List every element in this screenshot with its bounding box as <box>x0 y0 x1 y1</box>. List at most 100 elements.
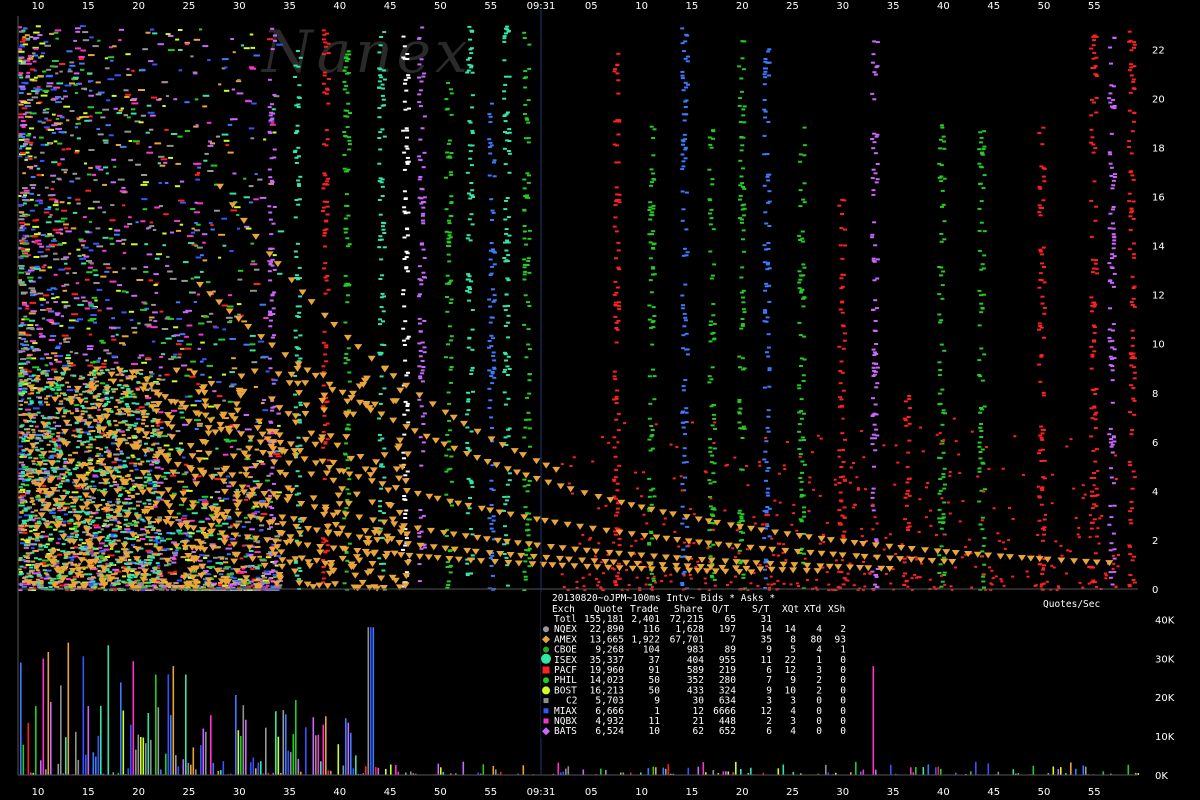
quote-mark <box>18 374 25 377</box>
quote-streak-mark <box>325 138 330 141</box>
quote-mark <box>108 56 115 59</box>
quote-mark <box>18 496 22 499</box>
quote-streak-mark <box>378 510 383 513</box>
quote-mark <box>46 434 51 437</box>
quote-mark <box>72 76 79 79</box>
quote-mark <box>27 397 32 400</box>
quote-streak-mark <box>298 444 303 447</box>
quote-streak-mark <box>649 489 654 492</box>
quote-streak-mark <box>470 71 475 74</box>
quote-mark <box>141 198 148 201</box>
quote-streak-mark <box>450 504 454 507</box>
quote-mark <box>158 98 162 100</box>
quote-streak-mark <box>492 263 497 266</box>
quote-streak-mark <box>379 487 384 490</box>
quote-streak-mark <box>444 98 449 101</box>
quote-mark <box>130 574 135 576</box>
quote-mark <box>32 366 40 369</box>
quote-mark <box>18 445 24 448</box>
quote-mark <box>129 410 134 413</box>
quote-streak-mark <box>377 505 382 508</box>
quote-mark <box>35 425 39 428</box>
quote-streak-mark <box>523 294 528 297</box>
quote-streak-mark <box>343 321 348 324</box>
quote-mark <box>125 291 129 294</box>
quote-mark <box>34 557 38 560</box>
quote-mark <box>123 225 129 228</box>
quote-mark <box>112 271 118 274</box>
quote-mark <box>35 380 40 383</box>
quote-streak-mark <box>401 35 406 38</box>
quote-mark <box>44 372 49 375</box>
quote-mark <box>232 579 236 582</box>
quote-mark <box>221 133 229 136</box>
quote-streak-mark <box>297 266 302 269</box>
quote-mark <box>49 213 53 216</box>
quote-mark <box>84 162 87 165</box>
quote-streak-mark <box>526 257 531 260</box>
quote-mark <box>84 230 90 233</box>
quote-mark <box>213 343 218 346</box>
quote-mark <box>22 242 29 245</box>
quote-mark <box>151 584 157 587</box>
quote-mark <box>144 505 149 508</box>
quote-streak-mark <box>648 218 653 221</box>
quote-mark <box>40 372 45 375</box>
quote-mark <box>18 408 23 410</box>
quote-mark <box>66 360 71 363</box>
quote-streak-mark <box>298 175 303 178</box>
quote-mark <box>197 559 203 562</box>
quote-streak-mark <box>404 256 409 259</box>
quote-mark <box>195 256 202 259</box>
quote-streak-mark <box>489 242 494 244</box>
quote-streak-mark <box>712 480 717 483</box>
quote-mark <box>127 223 133 225</box>
quote-mark <box>35 239 42 242</box>
quote-streak-mark <box>418 377 423 380</box>
quote-mark <box>172 356 177 359</box>
quote-streak-mark <box>712 417 717 420</box>
quote-streak-mark <box>502 59 507 62</box>
quote-streak-mark <box>447 219 451 222</box>
quote-streak-mark <box>681 143 685 146</box>
quote-streak-mark <box>382 78 387 81</box>
quote-streak-mark <box>712 462 717 465</box>
quote-mark <box>147 585 152 588</box>
quote-mark <box>19 565 24 568</box>
quote-streak-mark <box>417 322 422 325</box>
quote-mark <box>92 532 97 535</box>
quote-mark <box>43 211 50 214</box>
quote-mark <box>36 374 41 377</box>
quote-mark <box>147 556 151 559</box>
quote-mark <box>52 243 58 246</box>
quote-streak-mark <box>380 292 385 295</box>
quote-streak-mark <box>616 319 621 322</box>
quote-mark <box>46 403 50 406</box>
quote-mark <box>134 468 139 471</box>
quote-mark <box>87 459 94 462</box>
quote-streak-mark <box>683 247 687 250</box>
quote-mark <box>161 328 169 330</box>
quote-mark <box>89 89 93 92</box>
quote-streak-mark <box>683 476 687 479</box>
quote-streak-mark <box>489 144 494 147</box>
quote-streak-mark <box>470 132 475 134</box>
quote-streak-mark <box>323 292 328 295</box>
quote-streak-mark <box>468 497 472 499</box>
quote-mark <box>261 399 267 402</box>
quote-mark <box>51 161 58 164</box>
quote-mark <box>110 204 115 207</box>
quote-streak-mark <box>297 578 302 581</box>
quote-mark <box>26 62 32 65</box>
quote-streak-mark <box>272 268 277 271</box>
quote-streak-mark <box>296 146 301 149</box>
quote-streak-mark <box>465 512 470 515</box>
quote-mark <box>253 540 261 543</box>
quote-mark <box>63 410 68 413</box>
quote-mark <box>274 560 279 563</box>
quote-streak-mark <box>296 96 301 99</box>
quote-streak-mark <box>740 437 745 439</box>
quote-mark <box>92 45 99 48</box>
quote-streak-mark <box>419 80 424 83</box>
quote-mark <box>49 335 57 337</box>
